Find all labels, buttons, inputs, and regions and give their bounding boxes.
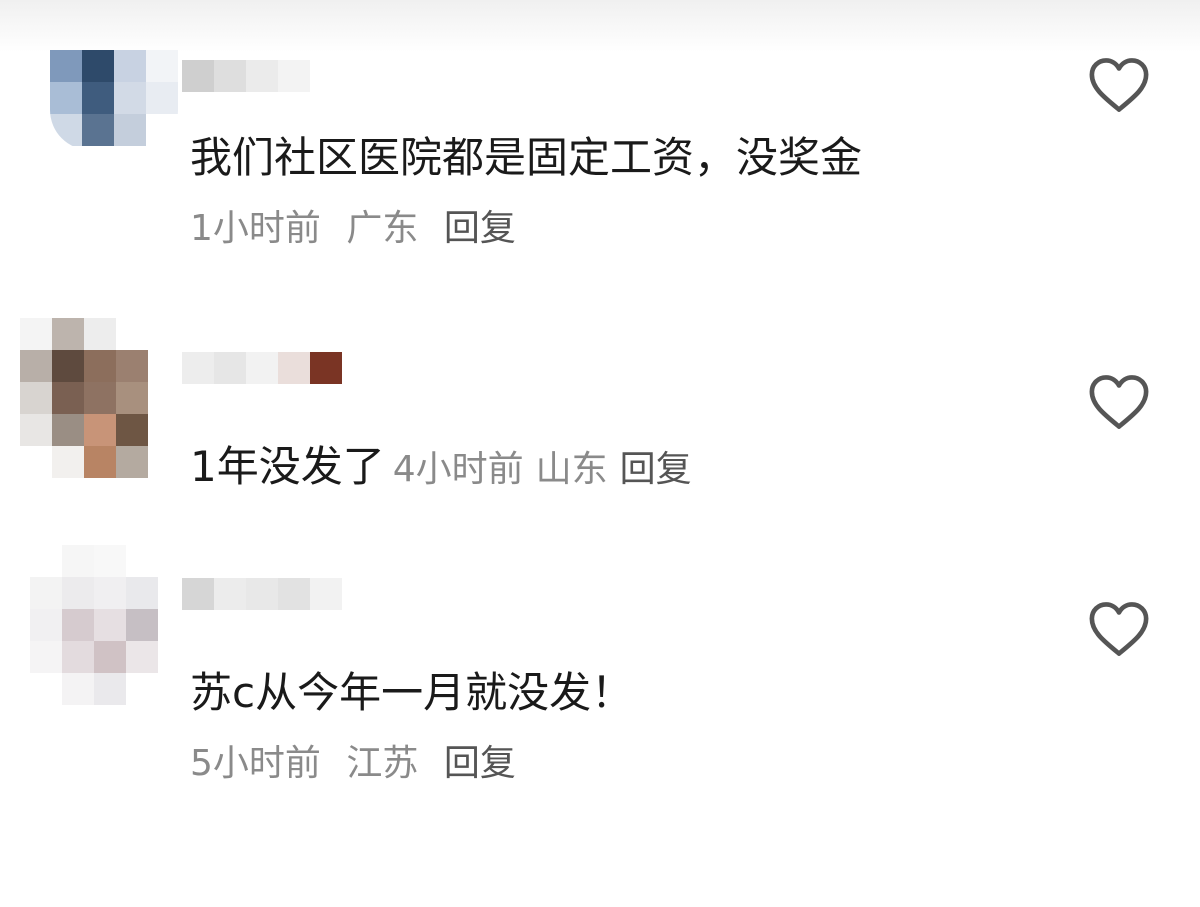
comment-location: 江苏 [346,743,419,784]
comment-location: 广东 [346,208,419,249]
comment-meta: 5小时前 江苏 回复 [190,742,530,786]
like-button[interactable] [1088,56,1150,114]
comment-text: 苏c从今年一月就没发！ [190,668,634,717]
like-button[interactable] [1088,600,1150,658]
comment-meta: 4小时前 山东 回复 [393,449,704,490]
comment-time: 5小时前 [190,743,321,784]
comment-text: 1年没发了 [190,442,385,491]
comment-meta: 1小时前 广东 回复 [190,207,530,251]
comment-text-row: 1年没发了 4小时前 山东 回复 [190,442,704,495]
avatar[interactable] [20,318,148,478]
top-edge-fade [0,0,1200,52]
heart-outline-icon [1089,602,1149,656]
reply-button[interactable]: 回复 [444,743,516,784]
comment-location: 山东 [535,449,608,490]
avatar[interactable] [50,50,178,150]
heart-outline-icon [1089,375,1149,429]
comment-text: 我们社区医院都是固定工资，没奖金 [190,133,863,182]
avatar[interactable] [30,545,158,705]
heart-outline-icon [1089,58,1149,112]
reply-button[interactable]: 回复 [620,449,692,490]
username-blurred[interactable] [182,60,310,92]
reply-button[interactable]: 回复 [444,208,516,249]
comment-time: 1小时前 [190,208,321,249]
comment-time: 4小时前 [392,449,524,490]
username-blurred[interactable] [182,578,342,610]
username-blurred[interactable] [182,352,342,384]
like-button[interactable] [1088,373,1150,431]
